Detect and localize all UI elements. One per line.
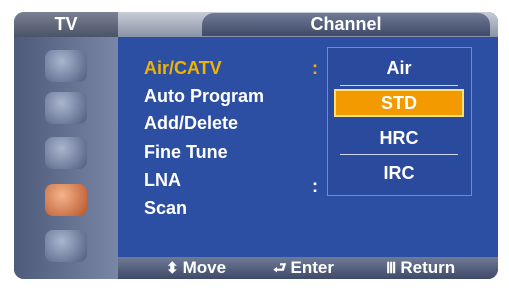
option-divider: [340, 154, 458, 155]
air-catv-dropdown[interactable]: Air STD HRC IRC: [327, 47, 472, 196]
option-std[interactable]: STD: [334, 89, 464, 117]
option-air[interactable]: Air: [334, 54, 464, 82]
up-down-arrow-icon: ⬍: [166, 260, 179, 277]
hint-bar: ⬍ Move ⮐ Enter Ⅲ Return: [118, 257, 498, 279]
sound-icon[interactable]: [45, 92, 87, 124]
menu-item-auto-program[interactable]: Auto Program: [144, 85, 264, 107]
option-irc[interactable]: IRC: [334, 159, 464, 187]
menu-return-icon: Ⅲ: [386, 260, 397, 277]
tv-label: TV: [14, 12, 118, 37]
picture-icon[interactable]: [45, 50, 87, 82]
top-bar: TV Channel: [14, 12, 498, 37]
tv-menu-screen: TV Channel Air/CATV : Auto Program Add/D…: [14, 12, 498, 279]
hint-return: Ⅲ Return: [386, 257, 455, 279]
menu-item-air-catv[interactable]: Air/CATV: [144, 57, 222, 79]
menu-colon-lna: :: [312, 176, 318, 196]
hint-return-label: Return: [400, 258, 456, 277]
menu-item-fine-tune[interactable]: Fine Tune: [144, 141, 228, 163]
hint-move-label: Move: [182, 258, 227, 277]
option-divider: [340, 85, 458, 86]
enter-icon: ⮐: [273, 260, 287, 277]
sidebar: [14, 37, 118, 279]
menu-item-lna[interactable]: LNA: [144, 169, 181, 191]
menu-item-scan[interactable]: Scan: [144, 197, 187, 219]
channel-title: Channel: [202, 13, 490, 36]
hint-move: ⬍ Move: [166, 257, 226, 279]
menu-item-add-delete[interactable]: Add/Delete: [144, 112, 238, 134]
hint-enter-label: Enter: [290, 258, 334, 277]
setup-icon[interactable]: [45, 137, 87, 169]
option-hrc[interactable]: HRC: [334, 124, 464, 152]
extra-icon[interactable]: [45, 230, 87, 262]
menu-colon-air-catv: :: [312, 58, 318, 78]
channel-icon[interactable]: [45, 184, 87, 216]
hint-enter: ⮐ Enter: [273, 257, 334, 279]
